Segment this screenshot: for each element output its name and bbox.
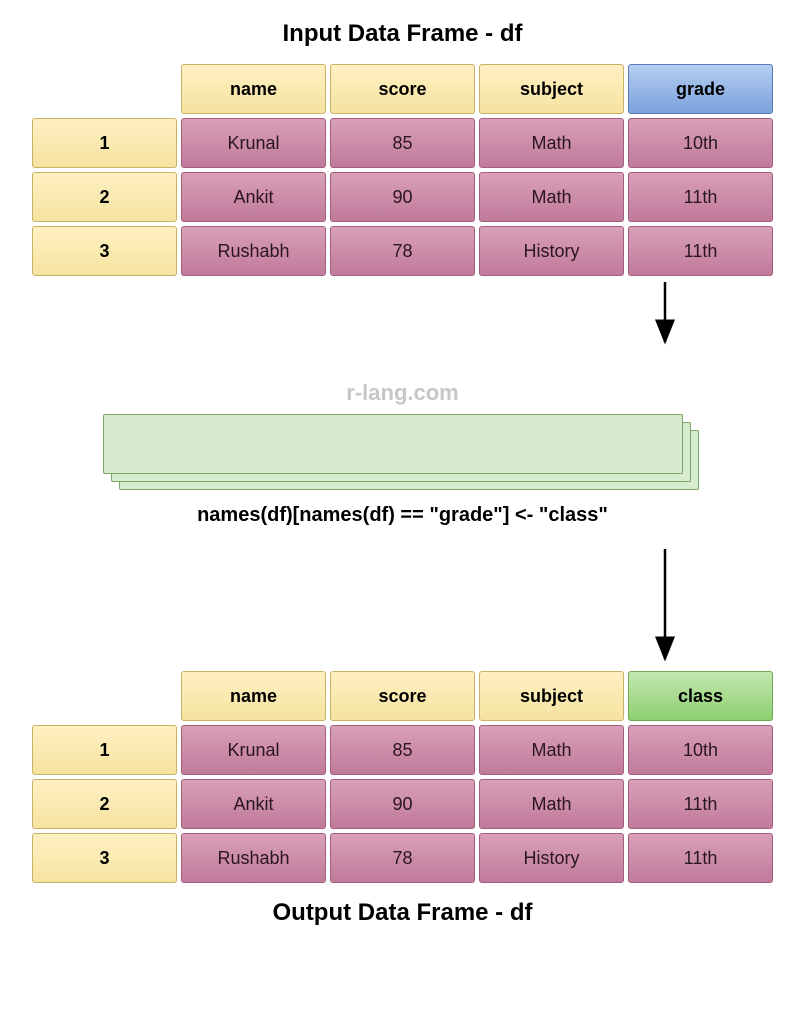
- cell: 85: [330, 725, 475, 775]
- arrow-down-icon: [23, 280, 783, 350]
- cell: 11th: [628, 172, 773, 222]
- row-index: 3: [32, 226, 177, 276]
- col-header-name: name: [181, 64, 326, 114]
- code-block: [103, 414, 703, 494]
- row-index: 1: [32, 725, 177, 775]
- cell: 10th: [628, 725, 773, 775]
- code-line: names(df)[names(df) == "grade"] <- "clas…: [20, 504, 785, 527]
- col-header-class: class: [628, 671, 773, 721]
- cell: 85: [330, 118, 475, 168]
- corner-cell: [32, 671, 177, 721]
- cell: 90: [330, 779, 475, 829]
- row-index: 2: [32, 172, 177, 222]
- cell: Ankit: [181, 172, 326, 222]
- cell: 11th: [628, 833, 773, 883]
- col-header-subject: subject: [479, 64, 624, 114]
- cell: 78: [330, 226, 475, 276]
- row-index: 2: [32, 779, 177, 829]
- col-header-score: score: [330, 671, 475, 721]
- col-header-grade: grade: [628, 64, 773, 114]
- cell: Math: [479, 725, 624, 775]
- cell: Rushabh: [181, 833, 326, 883]
- row-index: 3: [32, 833, 177, 883]
- cell: 10th: [628, 118, 773, 168]
- cell: Math: [479, 118, 624, 168]
- output-title: Output Data Frame - df: [20, 899, 785, 927]
- col-header-subject: subject: [479, 671, 624, 721]
- cell: 78: [330, 833, 475, 883]
- cell: Ankit: [181, 779, 326, 829]
- output-table: name score subject class 1 Krunal 85 Mat…: [28, 667, 777, 887]
- cell: Rushabh: [181, 226, 326, 276]
- col-header-name: name: [181, 671, 326, 721]
- cell: History: [479, 226, 624, 276]
- arrow-down-icon: [23, 547, 783, 667]
- corner-cell: [32, 64, 177, 114]
- cell: Krunal: [181, 118, 326, 168]
- row-index: 1: [32, 118, 177, 168]
- cell: History: [479, 833, 624, 883]
- watermark: r-lang.com: [20, 380, 785, 406]
- cell: 11th: [628, 226, 773, 276]
- input-table: name score subject grade 1 Krunal 85 Mat…: [28, 60, 777, 280]
- cell: Krunal: [181, 725, 326, 775]
- cell: Math: [479, 779, 624, 829]
- col-header-score: score: [330, 64, 475, 114]
- cell: Math: [479, 172, 624, 222]
- input-title: Input Data Frame - df: [20, 20, 785, 48]
- cell: 11th: [628, 779, 773, 829]
- cell: 90: [330, 172, 475, 222]
